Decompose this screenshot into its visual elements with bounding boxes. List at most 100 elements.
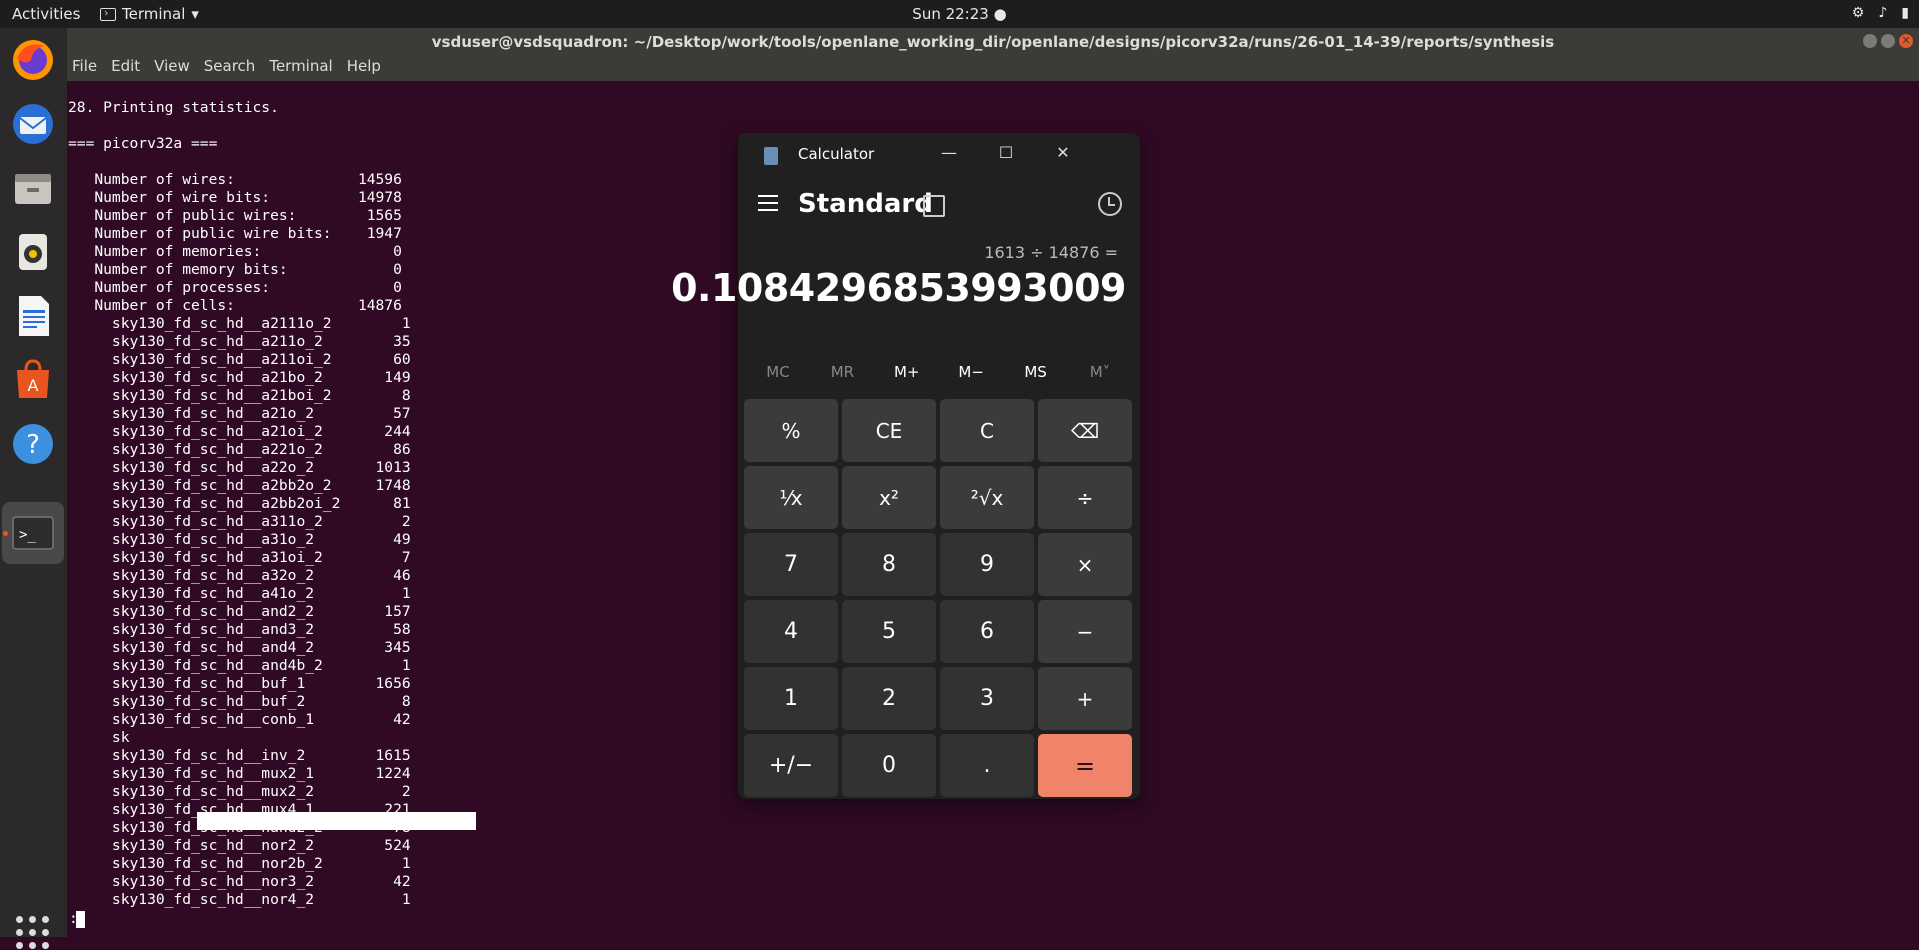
square-button[interactable]: x² — [842, 466, 936, 529]
libreoffice-writer-icon[interactable] — [9, 292, 57, 340]
memory-clear-button[interactable]: MC — [746, 363, 810, 381]
hamburger-menu-icon[interactable] — [758, 195, 778, 216]
clear-button[interactable]: C — [940, 399, 1034, 462]
calc-close-button[interactable]: ✕ — [1048, 141, 1078, 165]
battery-icon[interactable]: ▮ — [1901, 5, 1909, 21]
reciprocal-button[interactable]: ¹⁄x — [744, 466, 838, 529]
memory-recall-button[interactable]: MR — [810, 363, 874, 381]
rhythmbox-icon[interactable] — [9, 228, 57, 276]
calc-minimize-button[interactable]: — — [934, 141, 964, 165]
digit-5-button[interactable]: 5 — [842, 600, 936, 663]
menu-edit[interactable]: Edit — [111, 57, 140, 75]
terminal-line: === picorv32a === — [68, 135, 218, 152]
terminal-line: sky130_fd_sc_hd__mux4_1 221 — [68, 801, 411, 818]
keep-on-top-icon[interactable] — [923, 195, 945, 217]
equals-button[interactable]: = — [1038, 734, 1132, 797]
history-icon[interactable] — [1098, 192, 1122, 216]
memory-store-button[interactable]: MS — [1004, 363, 1068, 381]
volume-icon[interactable]: ♪ — [1878, 5, 1887, 21]
memory-add-button[interactable]: M+ — [875, 363, 939, 381]
square-root-button[interactable]: ²√x — [940, 466, 1034, 529]
terminal-line: sky130_fd_sc_hd__a2111o_2 1 — [68, 315, 411, 332]
terminal-line: Number of public wires: 1565 — [68, 207, 402, 224]
menu-terminal[interactable]: Terminal — [269, 57, 332, 75]
digit-7-button[interactable]: 7 — [744, 533, 838, 596]
terminal-line: sky130_fd_sc_hd__inv_2 1615 — [68, 747, 411, 764]
terminal-line: Number of wires: 14596 — [68, 171, 402, 188]
add-button[interactable]: + — [1038, 667, 1132, 730]
maximize-button[interactable] — [1881, 34, 1895, 48]
show-applications-icon[interactable] — [16, 916, 50, 950]
memory-subtract-button[interactable]: M− — [939, 363, 1003, 381]
terminal-line: sky130_fd_sc_hd__a2bb2oi_2 81 — [68, 495, 411, 512]
calc-expression: 1613 ÷ 14876 = — [984, 243, 1118, 262]
terminal-line: sky130_fd_sc_hd__a221o_2 86 — [68, 441, 411, 458]
digit-2-button[interactable]: 2 — [842, 667, 936, 730]
menu-file[interactable]: File — [72, 57, 97, 75]
activities-button[interactable]: Activities — [12, 5, 80, 23]
memory-list-button[interactable]: M˅ — [1068, 363, 1132, 381]
negate-button[interactable]: +/− — [744, 734, 838, 797]
network-icon[interactable]: ⚙ — [1852, 5, 1865, 21]
system-tray[interactable]: ⚙ ♪ ▮ — [1852, 5, 1909, 21]
terminal-line: sky130_fd_sc_hd__and4_2 345 — [68, 639, 411, 656]
digit-4-button[interactable]: 4 — [744, 600, 838, 663]
terminal-line: sky130_fd_sc_hd__buf_1 1656 — [68, 675, 411, 692]
terminal-line: sky130_fd_sc_hd__buf_2 8 — [68, 693, 411, 710]
terminal-line: sky130_fd_sc_hd__a32o_2 46 — [68, 567, 411, 584]
menu-search[interactable]: Search — [204, 57, 256, 75]
multiply-button[interactable]: × — [1038, 533, 1132, 596]
terminal-line: sky130_fd_sc_hd__a21o_2 57 — [68, 405, 411, 422]
divide-button[interactable]: ÷ — [1038, 466, 1132, 529]
app-menu-label: Terminal — [122, 5, 186, 23]
svg-text:A: A — [28, 376, 39, 395]
window-title: vsduser@vsdsquadron: ~/Desktop/work/tool… — [431, 33, 1555, 51]
top-bar: Activities Terminal ▾ Sun 22:23 ● ⚙ ♪ ▮ — [0, 0, 1919, 28]
digit-3-button[interactable]: 3 — [940, 667, 1034, 730]
menu-help[interactable]: Help — [347, 57, 381, 75]
terminal-menubar: File Edit View Search Terminal Help — [72, 57, 381, 75]
minimize-button[interactable] — [1863, 34, 1877, 48]
menu-view[interactable]: View — [154, 57, 190, 75]
chevron-down-icon: ▾ — [191, 5, 199, 23]
calculator-window[interactable]: Calculator — ☐ ✕ Standard 1613 ÷ 14876 =… — [671, 133, 1140, 799]
terminal-line: sky130_fd_sc_hd__a311o_2 2 — [68, 513, 411, 530]
running-indicator — [3, 531, 8, 536]
thunderbird-icon[interactable] — [9, 100, 57, 148]
terminal-line: sky130_fd_sc_hd__a31oi_2 7 — [68, 549, 411, 566]
digit-1-button[interactable]: 1 — [744, 667, 838, 730]
terminal-line: sky130_fd_sc_hd__a21boi_2 8 — [68, 387, 411, 404]
close-button[interactable]: ✕ — [1899, 34, 1913, 48]
calc-maximize-button[interactable]: ☐ — [991, 141, 1021, 165]
memory-row: MC MR M+ M− MS M˅ — [746, 363, 1132, 381]
digit-6-button[interactable]: 6 — [940, 600, 1034, 663]
terminal-line: Number of memories: 0 — [68, 243, 402, 260]
terminal-line: sky130_fd_sc_hd__nand2_2 78 — [68, 819, 411, 836]
clear-entry-button[interactable]: CE — [842, 399, 936, 462]
digit-8-button[interactable]: 8 — [842, 533, 936, 596]
files-icon[interactable] — [9, 164, 57, 212]
terminal-icon[interactable]: >_ — [9, 509, 57, 557]
decimal-button[interactable]: . — [940, 734, 1034, 797]
software-center-icon[interactable]: A — [9, 356, 57, 404]
subtract-button[interactable]: − — [1038, 600, 1132, 663]
help-icon[interactable]: ? — [9, 420, 57, 468]
backspace-button[interactable]: ⌫ — [1038, 399, 1132, 462]
terminal-line: sky130_fd_sc_hd__a2bb2o_2 1748 — [68, 477, 411, 494]
calc-result: 0.1084296853993009 — [671, 266, 1126, 310]
terminal-line: sky130_fd_sc_hd__a211o_2 35 — [68, 333, 411, 350]
text-cursor — [76, 911, 85, 928]
terminal-line: sky130_fd_sc_hd__a21bo_2 149 — [68, 369, 411, 386]
digit-0-button[interactable]: 0 — [842, 734, 936, 797]
percent-button[interactable]: % — [744, 399, 838, 462]
digit-9-button[interactable]: 9 — [940, 533, 1034, 596]
terminal-line: Number of wire bits: 14978 — [68, 189, 402, 206]
firefox-icon[interactable] — [9, 36, 57, 84]
clock[interactable]: Sun 22:23 ● — [912, 5, 1006, 23]
terminal-line: sky130_fd_sc_hd__and4b_2 1 — [68, 657, 411, 674]
terminal-line: sky130_fd_sc_hd__dfxtp_2 1613 — [68, 729, 411, 746]
terminal-line: Number of processes: 0 — [68, 279, 402, 296]
app-menu-terminal[interactable]: Terminal ▾ — [100, 5, 199, 23]
terminal-line: sky130_fd_sc_hd__and2_2 157 — [68, 603, 411, 620]
terminal-line: sky130_fd_sc_hd__mux2_1 1224 — [68, 765, 411, 782]
